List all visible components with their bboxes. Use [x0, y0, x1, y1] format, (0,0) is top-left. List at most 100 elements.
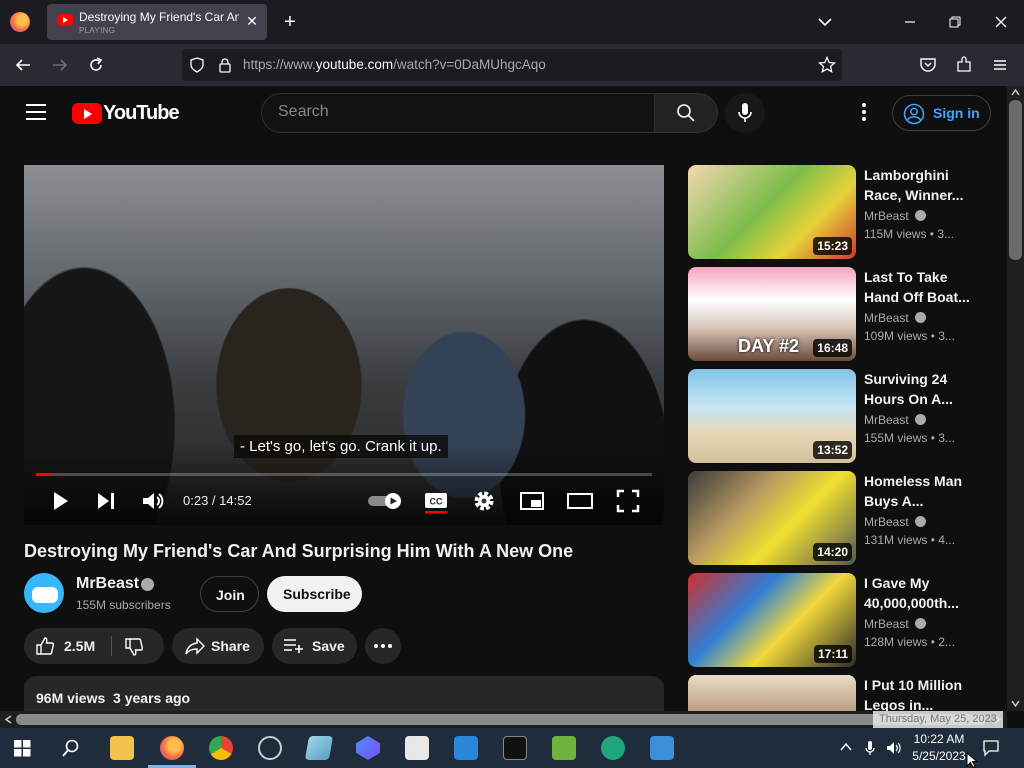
scroll-down-icon[interactable]	[1011, 700, 1020, 708]
video-player[interactable]: - Let's go, let's go. Crank it up. 0:23 …	[24, 165, 664, 525]
close-window-icon[interactable]	[993, 14, 1009, 30]
hamburger-menu-icon[interactable]	[991, 56, 1009, 74]
recommendation-title[interactable]: Last To Take Hand Off Boat...	[864, 267, 976, 307]
share-button[interactable]: Share	[172, 628, 264, 664]
video-editor-icon[interactable]	[356, 736, 380, 760]
reload-icon[interactable]	[87, 56, 105, 74]
recommendation-title[interactable]: Homeless Man Buys A...	[864, 471, 976, 511]
pocket-icon[interactable]	[919, 56, 937, 74]
browser-tab-youtube[interactable]: Destroying My Friend's Car And Surprisin…	[47, 4, 267, 40]
recommendation-thumbnail[interactable]: DAY #2 16:48	[688, 267, 856, 361]
recommendation-channel[interactable]: MrBeast	[864, 311, 926, 325]
recommendation-channel[interactable]: MrBeast	[864, 515, 926, 529]
recommendation-channel[interactable]: MrBeast	[864, 617, 926, 631]
recommendation-item[interactable]: 15:23 Lamborghini Race, Winner... MrBeast 1…	[688, 165, 988, 259]
restore-icon[interactable]	[947, 14, 963, 30]
terminal-icon[interactable]	[503, 736, 527, 760]
recommendation-title[interactable]: I Gave My 40,000,000th...	[864, 573, 976, 613]
recommendation-thumbnail[interactable]: 17:11	[688, 573, 856, 667]
microphone-tray-icon[interactable]	[864, 740, 876, 756]
thumbs-up-icon[interactable]	[35, 636, 55, 656]
taskbar-search-icon[interactable]	[62, 739, 80, 757]
obs-icon[interactable]	[258, 736, 282, 760]
vertical-scrollbar[interactable]	[1007, 86, 1024, 711]
volume-icon[interactable]	[139, 487, 167, 515]
autoplay-toggle-icon[interactable]	[366, 487, 404, 515]
firefox-icon[interactable]	[10, 12, 30, 32]
extensions-icon[interactable]	[955, 56, 973, 74]
recommendation-title[interactable]: Lamborghini Race, Winner...	[864, 165, 976, 205]
theater-mode-icon[interactable]	[566, 487, 594, 515]
new-tab-button[interactable]: +	[278, 10, 302, 34]
recommendation-title[interactable]: Surviving 24 Hours On A...	[864, 369, 976, 409]
windows-start-icon[interactable]	[14, 740, 31, 757]
url-text[interactable]: https://www.youtube.com/watch?v=0DaMUhgc…	[243, 57, 546, 72]
scroll-left-icon[interactable]	[4, 715, 12, 724]
recommendation-item[interactable]: I Put 10 Million Legos in...	[688, 675, 988, 711]
more-actions-button[interactable]	[365, 628, 401, 664]
network-app-icon[interactable]	[454, 736, 478, 760]
next-video-icon[interactable]	[92, 487, 120, 515]
scroll-up-icon[interactable]	[1011, 88, 1020, 96]
guide-menu-icon[interactable]	[26, 104, 46, 120]
recommendation-thumbnail[interactable]: 14:20	[688, 471, 856, 565]
settings-more-icon[interactable]	[854, 100, 874, 126]
close-tab-icon[interactable]: ✕	[243, 12, 261, 30]
channel-avatar[interactable]	[24, 573, 64, 613]
recommendation-channel[interactable]: MrBeast	[864, 413, 926, 427]
search-box[interactable]	[261, 93, 655, 133]
fullscreen-icon[interactable]	[614, 487, 642, 515]
media-player-icon[interactable]	[650, 736, 674, 760]
settings-gear-icon[interactable]	[470, 487, 498, 515]
miniplayer-icon[interactable]	[518, 487, 546, 515]
sign-in-label: Sign in	[933, 105, 980, 121]
channel-name-link[interactable]: MrBeast	[76, 575, 139, 593]
chrome-icon[interactable]	[209, 736, 233, 760]
subscribe-button[interactable]: Subscribe	[267, 576, 362, 612]
recommendation-title[interactable]: I Put 10 Million Legos in...	[864, 675, 976, 711]
voice-search-button[interactable]	[725, 93, 765, 133]
address-bar[interactable]: https://www.youtube.com/watch?v=0DaMUhgc…	[182, 49, 842, 81]
recommendation-item[interactable]: 13:52 Surviving 24 Hours On A... MrBeast 15…	[688, 369, 988, 463]
search-input[interactable]	[278, 103, 638, 121]
chart-app-icon[interactable]	[552, 736, 576, 760]
recommendation-thumbnail[interactable]	[688, 675, 856, 711]
notification-center-icon[interactable]	[982, 739, 1000, 757]
video-progress-bar[interactable]	[36, 473, 652, 476]
join-button[interactable]: Join	[200, 576, 259, 612]
file-explorer-icon[interactable]	[110, 736, 134, 760]
forward-arrow-icon[interactable]	[51, 56, 69, 74]
closed-captions-icon[interactable]: CC	[422, 487, 450, 515]
notepad-icon[interactable]	[304, 736, 334, 760]
recommendation-item[interactable]: 14:20 Homeless Man Buys A... MrBeast 131M v…	[688, 471, 988, 565]
recommendation-item[interactable]: 17:11 I Gave My 40,000,000th... MrBeast 128…	[688, 573, 988, 667]
description-box[interactable]: 96M views 3 years ago	[24, 676, 664, 711]
taskbar-clock[interactable]: 10:22 AM 5/25/2023	[905, 731, 973, 765]
camera-icon[interactable]	[405, 736, 429, 760]
search-button[interactable]	[654, 93, 718, 133]
list-all-tabs-icon[interactable]	[817, 14, 833, 30]
bookmark-star-icon[interactable]	[818, 56, 836, 74]
firefox-taskbar-icon[interactable]	[160, 736, 184, 760]
vertical-scroll-thumb[interactable]	[1009, 100, 1022, 260]
thumbs-down-icon[interactable]	[124, 637, 144, 657]
sign-in-button[interactable]: Sign in	[892, 95, 991, 131]
recommendation-thumbnail[interactable]: 13:52	[688, 369, 856, 463]
edge-like-app-icon[interactable]	[601, 736, 625, 760]
recommendation-meta: 128M views • 2...	[864, 635, 955, 649]
recommendation-channel[interactable]: MrBeast	[864, 209, 926, 223]
recommendation-thumbnail[interactable]: 15:23	[688, 165, 856, 259]
play-icon[interactable]	[46, 487, 74, 515]
back-arrow-icon[interactable]	[14, 56, 32, 74]
horizontal-scroll-thumb[interactable]	[16, 714, 986, 725]
speaker-icon[interactable]	[885, 740, 903, 756]
lock-icon[interactable]	[217, 57, 233, 73]
horizontal-scrollbar[interactable]	[0, 711, 1007, 728]
show-hidden-icons-icon[interactable]	[840, 742, 852, 752]
save-button[interactable]: Save	[272, 628, 357, 664]
like-count[interactable]: 2.5M	[64, 638, 95, 654]
recommendation-item[interactable]: DAY #2 16:48 Last To Take Hand Off Boat...…	[688, 267, 988, 361]
minimize-icon[interactable]	[902, 14, 918, 30]
shield-icon[interactable]	[189, 57, 205, 73]
recommendation-meta: 109M views • 3...	[864, 329, 955, 343]
